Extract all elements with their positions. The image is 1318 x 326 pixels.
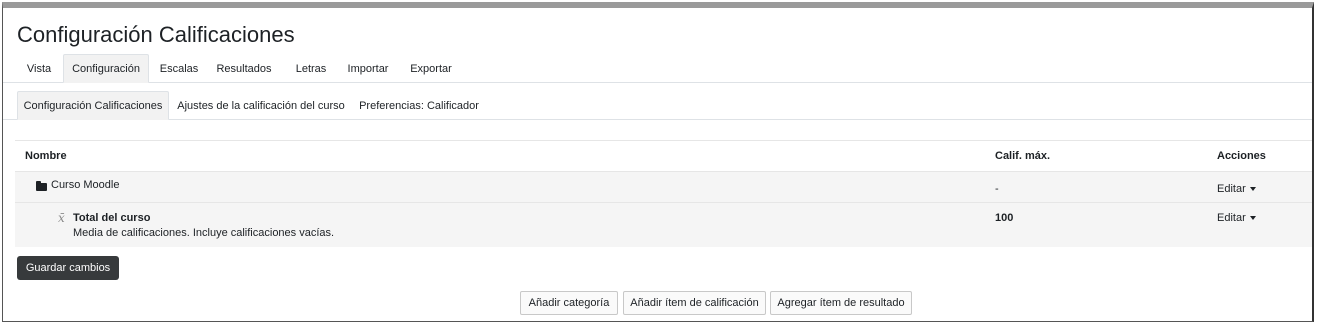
add-grade-item-button[interactable]: Añadir ítem de calificación (623, 291, 766, 315)
caret-down-icon (1249, 187, 1256, 192)
edit-menu-button[interactable]: Editar (1217, 183, 1256, 195)
save-changes-button[interactable]: Guardar cambios (17, 256, 119, 280)
table-row: Curso Moodle - Editar (15, 171, 1312, 202)
tab-resultados[interactable]: Resultados (211, 54, 277, 82)
tab-configuracion[interactable]: Configuración (63, 54, 149, 83)
column-header-name: Nombre (25, 150, 67, 162)
tab-ajustes-calificacion-curso[interactable]: Ajustes de la calificación del curso (173, 91, 349, 119)
add-category-button[interactable]: Añadir categoría (520, 291, 618, 315)
grade-setup-page: Configuración Calificaciones Vista Confi… (2, 2, 1314, 322)
table-row: x̄ Total del curso Media de calificacion… (15, 202, 1312, 247)
secondary-tabs: Configuración Calificaciones Ajustes de … (3, 91, 1312, 120)
add-outcome-item-button[interactable]: Agregar ítem de resultado (770, 291, 912, 315)
edit-label: Editar (1217, 212, 1246, 224)
tab-letras[interactable]: Letras (289, 54, 333, 82)
max-grade-value: - (995, 183, 999, 195)
folder-icon (36, 181, 47, 191)
tab-exportar[interactable]: Exportar (403, 54, 459, 82)
mean-icon: x̄ (58, 211, 65, 225)
page-title: Configuración Calificaciones (17, 22, 295, 47)
course-total-name: Total del curso (73, 212, 151, 224)
edit-label: Editar (1217, 183, 1246, 195)
column-header-max-grade: Calif. máx. (995, 150, 1051, 162)
tab-vista[interactable]: Vista (17, 54, 61, 82)
table-header: Nombre Calif. máx. Acciones (15, 140, 1312, 171)
edit-menu-button[interactable]: Editar (1217, 212, 1256, 224)
primary-tabs: Vista Configuración Escalas Resultados L… (3, 54, 1312, 83)
caret-down-icon (1249, 216, 1256, 221)
column-header-actions: Acciones (1217, 150, 1266, 162)
tab-importar[interactable]: Importar (341, 54, 395, 82)
course-total-description: Media de calificaciones. Incluye calific… (73, 227, 335, 239)
tab-configuracion-calificaciones[interactable]: Configuración Calificaciones (17, 91, 169, 120)
tab-preferencias-calificador[interactable]: Preferencias: Calificador (355, 91, 483, 119)
category-name: Curso Moodle (51, 179, 120, 191)
max-grade-value: 100 (995, 212, 1014, 224)
tab-escalas[interactable]: Escalas (153, 54, 205, 82)
